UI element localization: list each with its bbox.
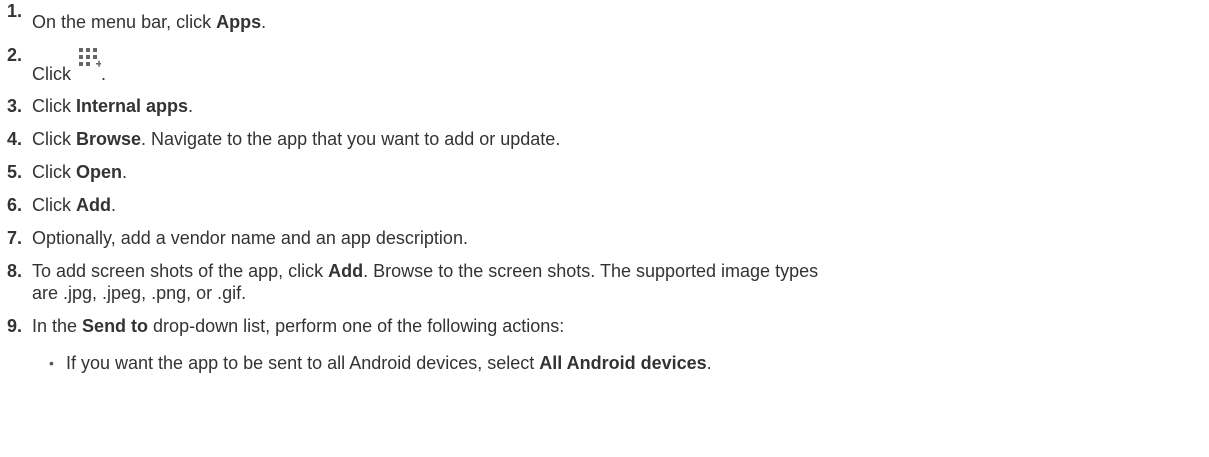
step-7: 7. Optionally, add a vendor name and an …: [7, 227, 1209, 249]
step-text: .: [122, 162, 128, 182]
step-text: On the menu bar, click: [32, 12, 217, 32]
step-text: Click: [32, 64, 76, 84]
step-number: 5.: [7, 162, 23, 182]
step-number: 7.: [7, 228, 23, 248]
ui-term-all-android-devices: All Android devices: [539, 353, 707, 373]
step-text: .: [188, 96, 194, 116]
step-2: 2. Click .: [7, 44, 1209, 84]
step-text: . Browse to the screen shots. The suppor…: [363, 261, 819, 281]
substep-1: • If you want the app to be sent to all …: [49, 352, 1209, 374]
step-text: Optionally, add a vendor name and an app…: [32, 228, 468, 248]
ui-term-apps: Apps: [216, 12, 262, 32]
step-text: are .jpg, .jpeg, .png, or .gif.: [32, 283, 247, 303]
ui-term-add: Add: [76, 195, 111, 215]
step-text: Click: [32, 96, 76, 116]
step-6: 6. Click Add.: [7, 194, 1209, 216]
step-text: . Navigate to the app that you want to a…: [141, 129, 561, 149]
bullet-marker: •: [49, 355, 54, 371]
step-text: .: [111, 195, 117, 215]
step-number: 3.: [7, 96, 23, 116]
step-text: In the: [32, 316, 83, 336]
step-text: Click: [32, 195, 76, 215]
step-5: 5. Click Open.: [7, 161, 1209, 183]
step-1: 1. On the menu bar, click Apps.: [7, 0, 1209, 33]
step-text: Click: [32, 162, 76, 182]
step-8: 8. To add screen shots of the app, click…: [7, 260, 1209, 304]
step-text: To add screen shots of the app, click: [32, 261, 329, 281]
step-number: 2.: [7, 45, 23, 65]
ui-term-browse: Browse: [76, 129, 142, 149]
step-3: 3. Click Internal apps.: [7, 95, 1209, 117]
step-number: 9.: [7, 316, 23, 336]
ui-term-add: Add: [328, 261, 364, 281]
step-9: 9. In the Send to drop-down list, perfor…: [7, 315, 1209, 374]
ui-term-send-to: Send to: [82, 316, 149, 336]
ui-term-internal-apps: Internal apps: [76, 96, 189, 116]
procedure-steps: 1. On the menu bar, click Apps. 2. Click: [0, 0, 1209, 374]
step-text: .: [101, 64, 107, 84]
step-text: .: [706, 353, 712, 373]
step-text: .: [261, 12, 267, 32]
step-number: 1.: [7, 1, 23, 21]
step-text: Click: [32, 129, 76, 149]
ui-term-open: Open: [76, 162, 123, 182]
step-text: If you want the app to be sent to all An…: [66, 353, 540, 373]
step-number: 8.: [7, 261, 23, 281]
step-number: 4.: [7, 129, 23, 149]
substeps-list: • If you want the app to be sent to all …: [32, 352, 1209, 374]
step-number: 6.: [7, 195, 23, 215]
add-apps-grid-icon: [79, 48, 101, 84]
step-4: 4. Click Browse. Navigate to the app tha…: [7, 128, 1209, 150]
step-text: drop-down list, perform one of the follo…: [148, 316, 565, 336]
